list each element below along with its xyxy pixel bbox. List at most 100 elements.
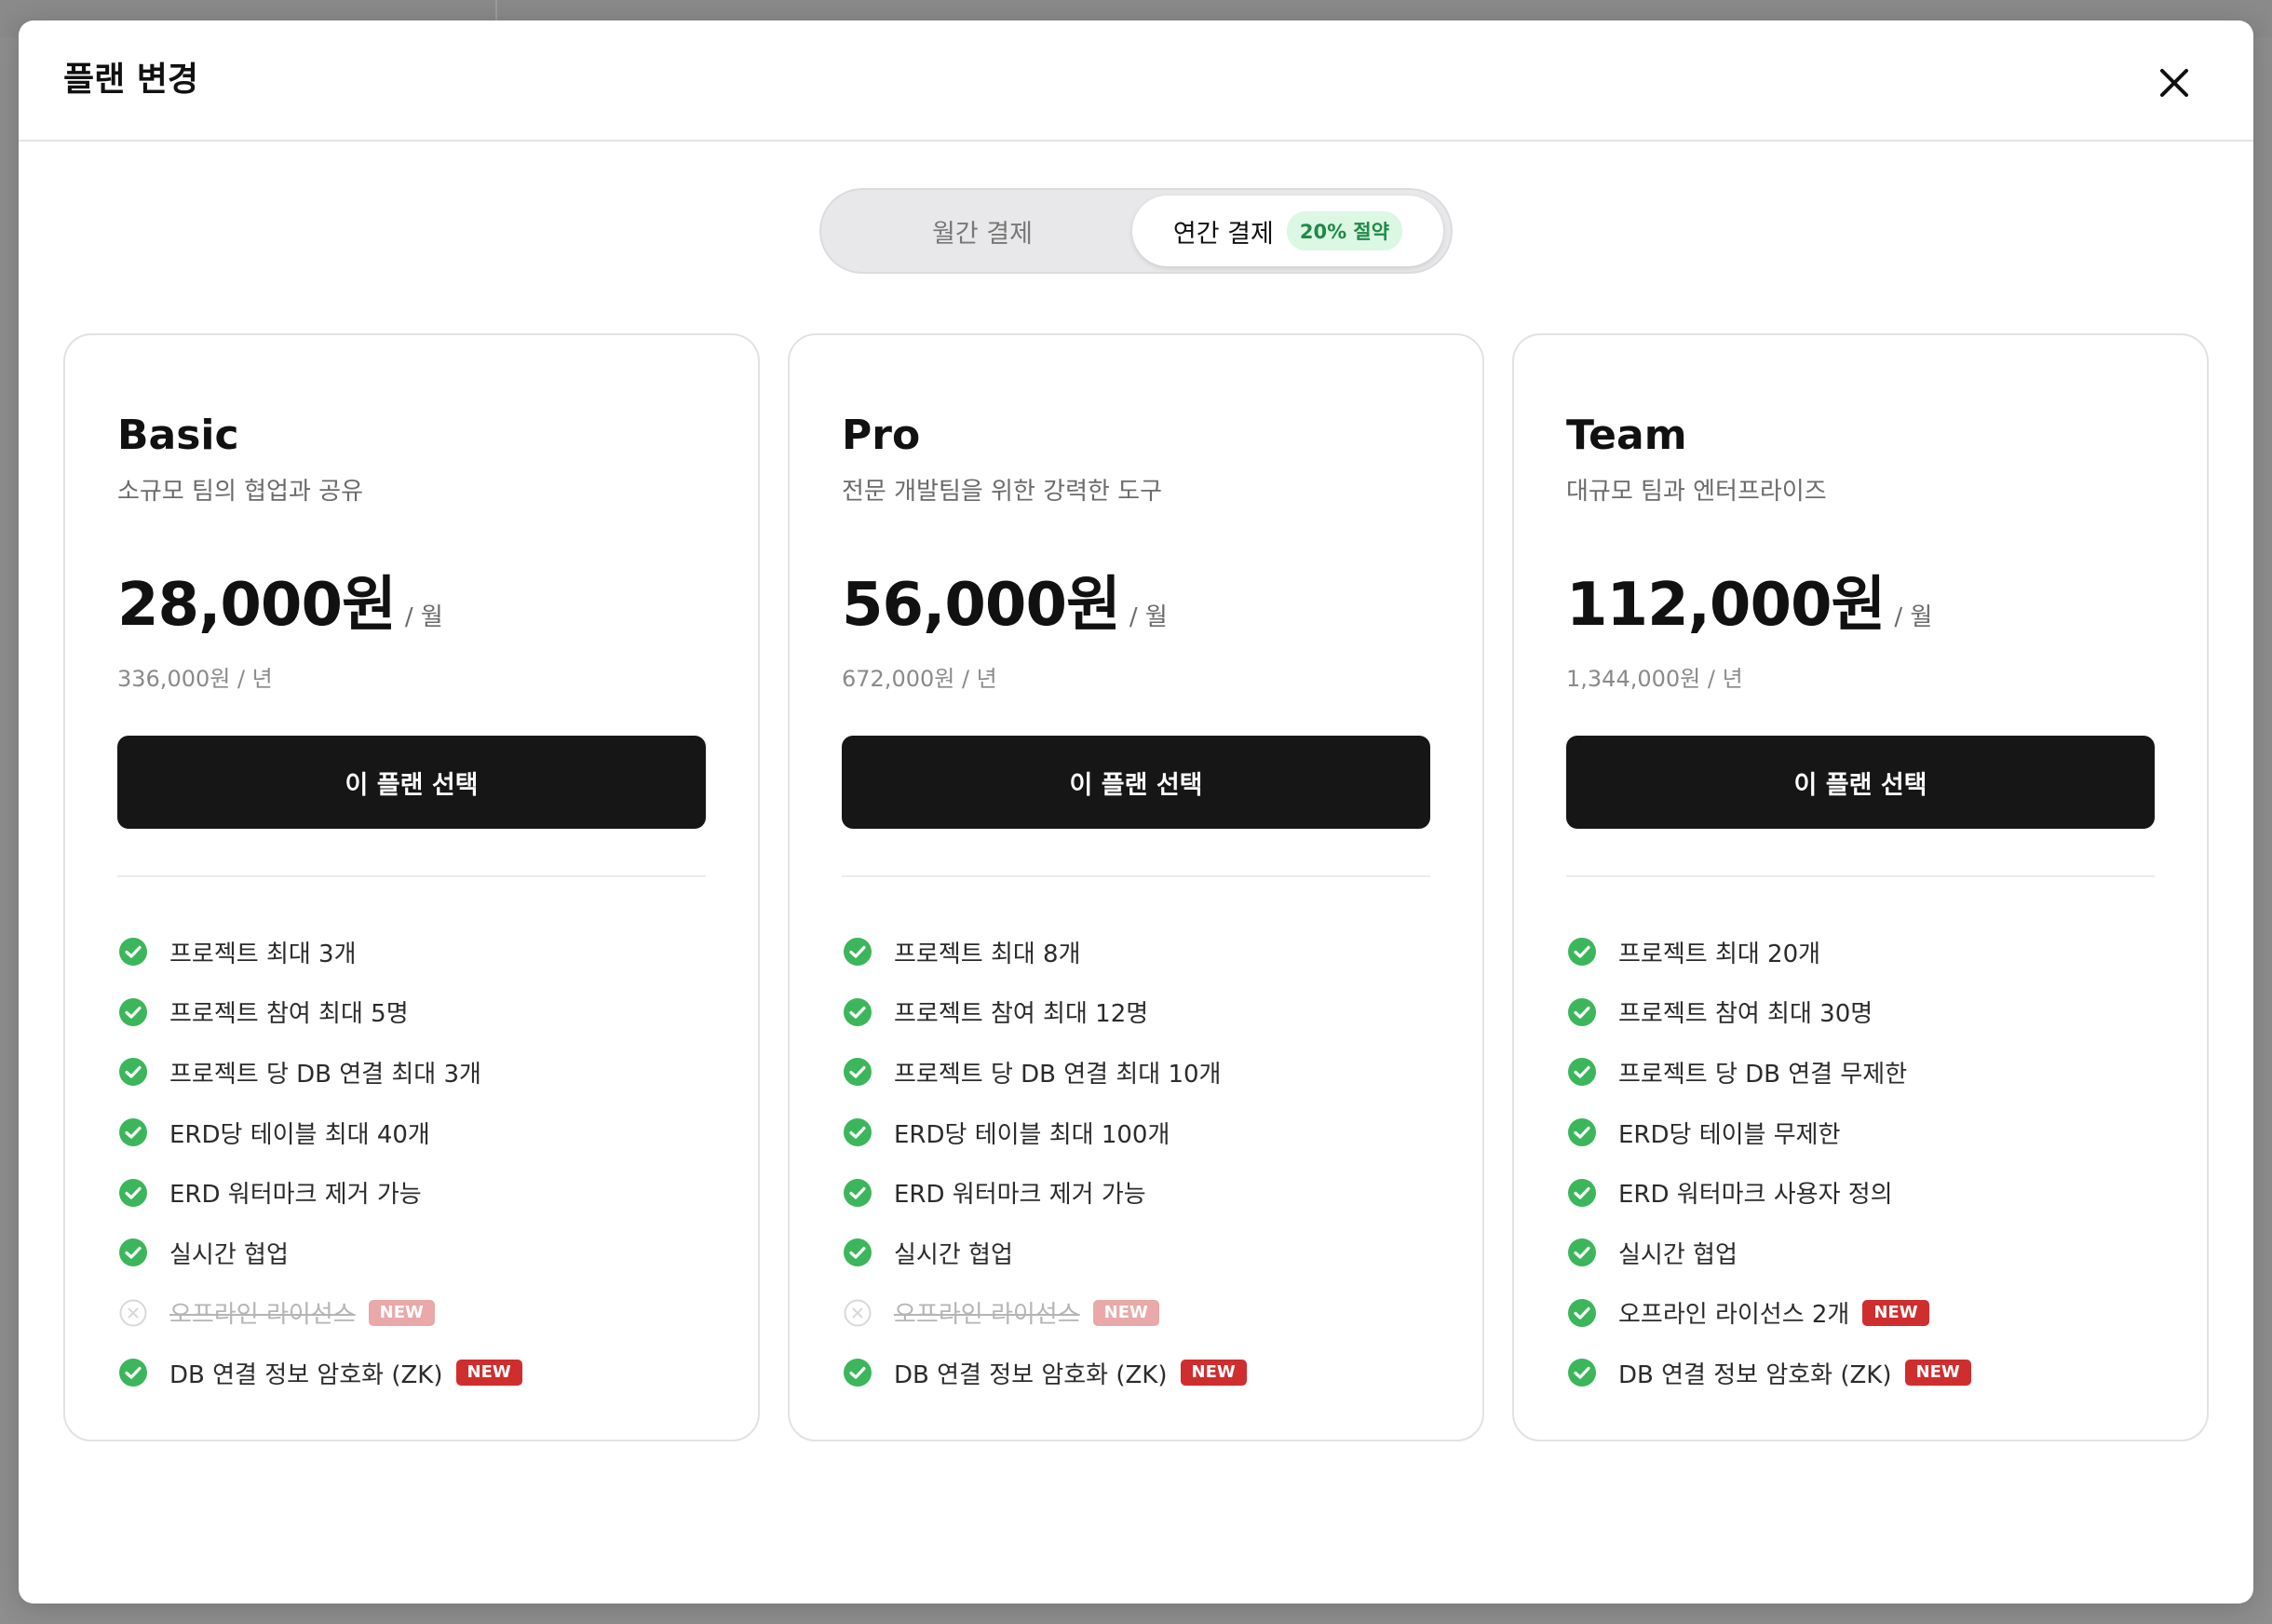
plan-name: Basic [117, 412, 239, 459]
close-icon [2160, 69, 2188, 97]
feature-item: ERD당 테이블 무제한 [1566, 1103, 2162, 1163]
check-circle-icon [117, 936, 149, 968]
plan-name: Team [1566, 412, 1687, 459]
feature-item: ERD 워터마크 제거 가능 [842, 1162, 1438, 1223]
plan-period: / 월 [404, 603, 443, 631]
plan-annual-price: 336,000원 / 년 [117, 666, 273, 692]
divider [117, 875, 706, 877]
check-circle-icon [842, 1056, 873, 1088]
divider [842, 875, 1430, 877]
plan-card-basic: Basic 소규모 팀의 협업과 공유 28,000원 / 월 336,000원 / 년… [63, 333, 760, 1441]
change-plan-modal: 플랜 변경 월간 결제 연간 결제 20% 절약 Basic 소규모 팀의 협업과… [19, 20, 2253, 1604]
check-circle-icon [117, 996, 149, 1028]
new-badge: NEW [1904, 1360, 1971, 1387]
new-badge: NEW [1092, 1299, 1159, 1326]
close-button[interactable] [2151, 60, 2198, 106]
check-circle-icon [1566, 1297, 1598, 1329]
feature-item: ERD 워터마크 제거 가능 [117, 1162, 713, 1223]
plan-price-row: 112,000원 / 월 [1566, 568, 1932, 643]
feature-item: DB 연결 정보 암호화 (ZK) NEW [842, 1343, 1438, 1403]
feature-text: 오프라인 라이선스 [894, 1301, 1080, 1330]
select-plan-button[interactable]: 이 플랜 선택 [1566, 736, 2155, 829]
feature-text: DB 연결 정보 암호화 (ZK) [894, 1360, 1168, 1389]
check-circle-icon [1566, 1056, 1598, 1088]
billing-option-annual[interactable]: 연간 결제 20% 절약 [1132, 196, 1443, 266]
check-circle-icon [1566, 996, 1598, 1028]
plan-price-row: 28,000원 / 월 [117, 568, 443, 643]
feature-text: 프로젝트 당 DB 연결 최대 10개 [894, 1060, 1222, 1089]
feature-text: ERD 워터마크 제거 가능 [894, 1181, 1146, 1210]
feature-item: 오프라인 라이선스 2개 NEW [1566, 1283, 2162, 1344]
feature-list: 프로젝트 최대 3개프로젝트 참여 최대 5명프로젝트 당 DB 연결 최대 3… [117, 922, 713, 1403]
plan-annual-price: 672,000원 / 년 [842, 666, 997, 692]
plan-description: 전문 개발팀을 위한 강력한 도구 [842, 478, 1163, 506]
feature-item: DB 연결 정보 암호화 (ZK) NEW [117, 1343, 713, 1403]
divider [1566, 875, 2155, 877]
feature-text: 프로젝트 참여 최대 5명 [169, 1000, 409, 1029]
select-plan-button[interactable]: 이 플랜 선택 [117, 736, 706, 829]
plan-card-team: Team 대규모 팀과 엔터프라이즈 112,000원 / 월 1,344,000원 /… [1512, 333, 2209, 1441]
billing-option-monthly[interactable]: 월간 결제 [829, 196, 1136, 266]
check-circle-icon [842, 936, 873, 968]
feature-item: 프로젝트 당 DB 연결 최대 10개 [842, 1042, 1438, 1103]
modal-title: 플랜 변경 [63, 61, 199, 99]
check-circle-icon [117, 1177, 149, 1209]
check-circle-icon [1566, 1177, 1598, 1209]
check-circle-icon [842, 1177, 873, 1209]
new-badge: NEW [368, 1299, 435, 1326]
select-plan-button[interactable]: 이 플랜 선택 [842, 736, 1430, 829]
check-circle-icon [117, 1056, 149, 1088]
x-circle-icon [117, 1297, 149, 1329]
feature-text: 실시간 협업 [894, 1240, 1013, 1269]
feature-text: 실시간 협업 [169, 1240, 289, 1269]
feature-item: 프로젝트 최대 20개 [1566, 922, 2162, 982]
check-circle-icon [117, 1237, 149, 1268]
plan-name: Pro [842, 412, 921, 459]
feature-item: 프로젝트 참여 최대 30명 [1566, 982, 2162, 1043]
feature-text: 프로젝트 최대 3개 [169, 940, 357, 968]
plan-description: 소규모 팀의 협업과 공유 [117, 478, 363, 506]
feature-text: 프로젝트 당 DB 연결 무제한 [1618, 1060, 1908, 1089]
feature-text: 프로젝트 최대 8개 [894, 940, 1081, 968]
feature-item: 프로젝트 참여 최대 5명 [117, 982, 713, 1043]
feature-text: DB 연결 정보 암호화 (ZK) [169, 1360, 443, 1389]
feature-list: 프로젝트 최대 20개프로젝트 참여 최대 30명프로젝트 당 DB 연결 무제… [1566, 922, 2162, 1403]
feature-item: 프로젝트 최대 8개 [842, 922, 1438, 982]
plan-card-pro: Pro 전문 개발팀을 위한 강력한 도구 56,000원 / 월 672,000원 /… [788, 333, 1484, 1441]
plan-period: / 월 [1894, 603, 1933, 631]
billing-option-monthly-label: 월간 결제 [932, 219, 1033, 249]
feature-text: ERD당 테이블 무제한 [1618, 1120, 1841, 1149]
plan-period: / 월 [1129, 603, 1168, 631]
feature-item: DB 연결 정보 암호화 (ZK) NEW [1566, 1343, 2162, 1403]
check-circle-icon [842, 1116, 873, 1148]
feature-item: ERD당 테이블 최대 40개 [117, 1103, 713, 1163]
billing-option-annual-label: 연간 결제 [1172, 219, 1274, 249]
feature-item: 실시간 협업 [117, 1223, 713, 1283]
feature-item: 프로젝트 당 DB 연결 무제한 [1566, 1042, 2162, 1103]
feature-text: DB 연결 정보 암호화 (ZK) [1618, 1360, 1892, 1389]
check-circle-icon [842, 996, 873, 1028]
feature-text: 프로젝트 최대 20개 [1618, 940, 1821, 968]
check-circle-icon [1566, 1237, 1598, 1268]
feature-item: 실시간 협업 [1566, 1223, 2162, 1283]
feature-text: ERD당 테이블 최대 40개 [169, 1120, 430, 1149]
check-circle-icon [842, 1357, 873, 1388]
check-circle-icon [117, 1116, 149, 1148]
feature-item: 실시간 협업 [842, 1223, 1438, 1283]
feature-item: 오프라인 라이선스 NEW [117, 1283, 713, 1344]
plan-annual-price: 1,344,000원 / 년 [1566, 666, 1743, 692]
feature-item: 프로젝트 당 DB 연결 최대 3개 [117, 1042, 713, 1103]
feature-text: ERD 워터마크 사용자 정의 [1618, 1181, 1893, 1210]
plan-price: 28,000원 [117, 571, 397, 640]
check-circle-icon [1566, 1357, 1598, 1388]
new-badge: NEW [455, 1360, 522, 1387]
discount-badge: 20% 절약 [1286, 211, 1403, 250]
check-circle-icon [117, 1357, 149, 1388]
billing-toggle: 월간 결제 연간 결제 20% 절약 [819, 188, 1453, 274]
new-badge: NEW [1180, 1360, 1247, 1387]
plan-price-row: 56,000원 / 월 [842, 568, 1168, 643]
feature-item: ERD 워터마크 사용자 정의 [1566, 1162, 2162, 1223]
modal-header: 플랜 변경 [19, 20, 2253, 142]
feature-list: 프로젝트 최대 8개 프로젝트 참여 최대 12명 프로젝트 당 DB 연결 최대 … [842, 922, 1438, 1403]
feature-text: 오프라인 라이선스 [169, 1301, 356, 1330]
